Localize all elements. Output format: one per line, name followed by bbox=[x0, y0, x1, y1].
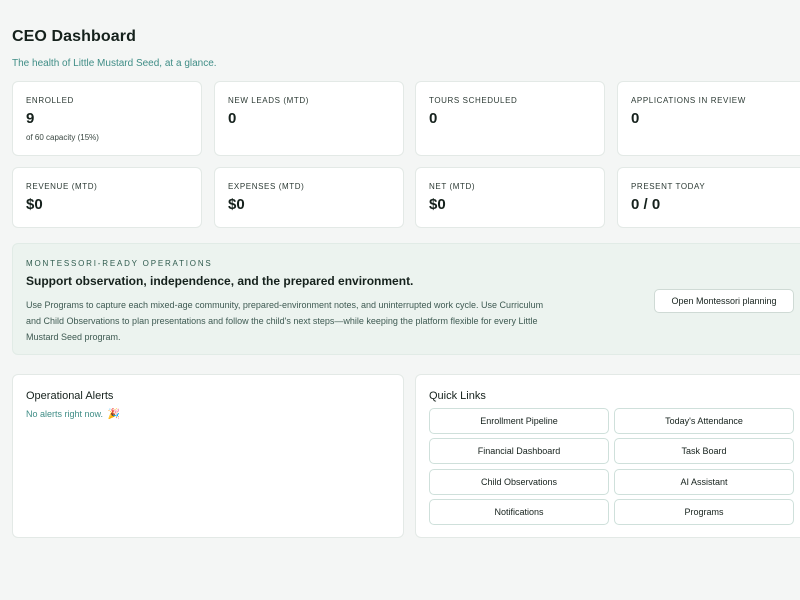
stat-value: 0 bbox=[429, 110, 438, 127]
stat-value: 0 / 0 bbox=[631, 196, 661, 213]
stat-label: REVENUE (MTD) bbox=[26, 182, 98, 191]
stat-card-applications-in-review: APPLICATIONS IN REVIEW 0 bbox=[617, 81, 800, 156]
open-montessori-planning-button[interactable]: Open Montessori planning bbox=[654, 289, 794, 313]
stat-subtext: of 60 capacity (15%) bbox=[26, 133, 99, 142]
operational-alerts-panel: Operational Alerts No alerts right now. … bbox=[12, 374, 404, 538]
quick-link-financial-dashboard[interactable]: Financial Dashboard bbox=[429, 438, 609, 464]
stat-card-net: NET (MTD) $0 bbox=[415, 167, 605, 228]
quick-link-ai-assistant[interactable]: AI Assistant bbox=[614, 469, 794, 495]
montessori-kicker: MONTESSORI-READY OPERATIONS bbox=[26, 259, 213, 268]
stat-card-expenses: EXPENSES (MTD) $0 bbox=[214, 167, 404, 228]
stat-card-tours-scheduled: TOURS SCHEDULED 0 bbox=[415, 81, 605, 156]
alerts-empty-message: No alerts right now. 🎉 bbox=[26, 409, 120, 420]
quick-link-notifications[interactable]: Notifications bbox=[429, 499, 609, 525]
stat-card-new-leads: NEW LEADS (MTD) 0 bbox=[214, 81, 404, 156]
party-popper-icon: 🎉 bbox=[107, 409, 121, 420]
quick-link-enrollment-pipeline[interactable]: Enrollment Pipeline bbox=[429, 408, 609, 434]
ceo-dashboard-page: CEO Dashboard The health of Little Musta… bbox=[0, 0, 800, 600]
stat-value: $0 bbox=[429, 196, 446, 213]
stat-value: $0 bbox=[228, 196, 245, 213]
stat-value: $0 bbox=[26, 196, 43, 213]
quick-link-task-board[interactable]: Task Board bbox=[614, 438, 794, 464]
stat-card-revenue: REVENUE (MTD) $0 bbox=[12, 167, 202, 228]
page-title: CEO Dashboard bbox=[12, 28, 136, 45]
stat-value: 0 bbox=[631, 110, 640, 127]
page-subtitle: The health of Little Mustard Seed, at a … bbox=[12, 58, 217, 69]
stat-label: ENROLLED bbox=[26, 96, 74, 105]
stat-label: TOURS SCHEDULED bbox=[429, 96, 518, 105]
stat-label: APPLICATIONS IN REVIEW bbox=[631, 96, 746, 105]
quick-link-todays-attendance[interactable]: Today's Attendance bbox=[614, 408, 794, 434]
operational-alerts-title: Operational Alerts bbox=[26, 390, 114, 402]
stat-card-enrolled: ENROLLED 9 of 60 capacity (15%) bbox=[12, 81, 202, 156]
montessori-title: Support observation, independence, and t… bbox=[26, 274, 414, 288]
stat-label: NEW LEADS (MTD) bbox=[228, 96, 309, 105]
montessori-description: Use Programs to capture each mixed-age c… bbox=[26, 300, 544, 342]
stat-label: EXPENSES (MTD) bbox=[228, 182, 305, 191]
quick-links-panel: Quick Links Enrollment Pipeline Today's … bbox=[415, 374, 800, 538]
stat-label: PRESENT TODAY bbox=[631, 182, 706, 191]
quick-link-child-observations[interactable]: Child Observations bbox=[429, 469, 609, 495]
quick-link-programs[interactable]: Programs bbox=[614, 499, 794, 525]
stat-value: 0 bbox=[228, 110, 237, 127]
stat-label: NET (MTD) bbox=[429, 182, 476, 191]
alerts-empty-text: No alerts right now. bbox=[26, 409, 104, 419]
montessori-operations-banner: MONTESSORI-READY OPERATIONS Support obse… bbox=[12, 243, 800, 355]
page-header: CEO Dashboard The health of Little Musta… bbox=[12, 28, 217, 69]
stat-value: 9 bbox=[26, 110, 35, 127]
quick-links-title: Quick Links bbox=[429, 390, 486, 402]
stat-card-present-today: PRESENT TODAY 0 / 0 bbox=[617, 167, 800, 228]
